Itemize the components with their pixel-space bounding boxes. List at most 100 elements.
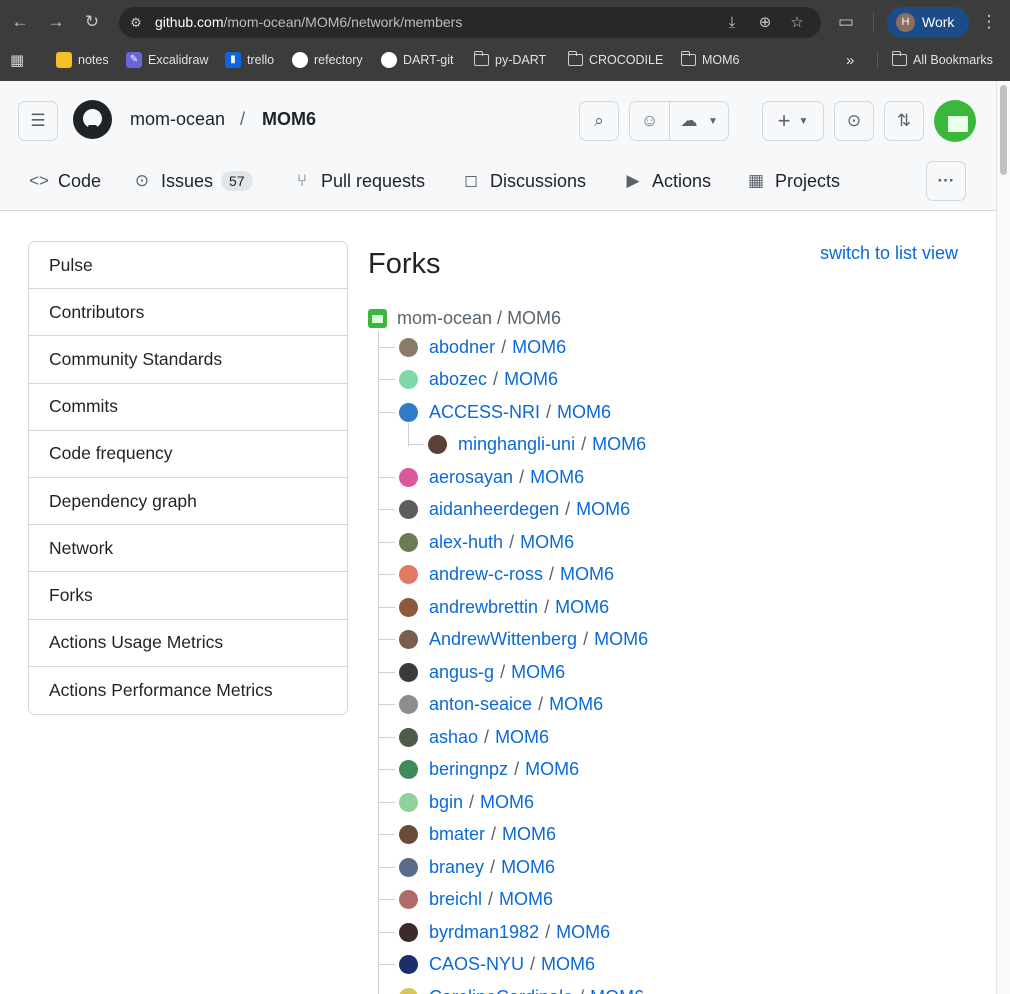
- fork-owner-avatar[interactable]: [399, 565, 418, 584]
- sidebar-item-network[interactable]: Network: [29, 525, 347, 573]
- search-icon[interactable]: ⌕: [579, 101, 619, 141]
- fork-owner-link[interactable]: anton-seaice: [429, 694, 532, 715]
- fork-repo-link[interactable]: MOM6: [495, 727, 549, 748]
- bookmark-refectory[interactable]: refectory: [292, 50, 363, 70]
- fork-owner-avatar[interactable]: [399, 500, 418, 519]
- tab-projects[interactable]: ▦ Projects: [745, 166, 840, 196]
- fork-owner-avatar[interactable]: [399, 532, 418, 552]
- sidebar-item-forks[interactable]: Forks: [29, 572, 347, 620]
- repo-name-link[interactable]: MOM6: [262, 109, 316, 130]
- fork-repo-link[interactable]: MOM6: [560, 564, 614, 585]
- fork-repo-link[interactable]: MOM6: [480, 792, 534, 813]
- sidebar-item-dependency-graph[interactable]: Dependency graph: [29, 478, 347, 526]
- pull-requests-inbox-icon[interactable]: ⇅: [884, 101, 924, 141]
- fork-owner-avatar[interactable]: [399, 727, 418, 747]
- fork-owner-avatar[interactable]: [399, 857, 418, 877]
- sidebar-item-contributors[interactable]: Contributors: [29, 289, 347, 337]
- hamburger-menu-icon[interactable]: ☰: [18, 101, 58, 141]
- all-bookmarks[interactable]: All Bookmarks: [891, 50, 993, 70]
- fork-repo-link[interactable]: MOM6: [525, 759, 579, 780]
- bookmark-excalidraw[interactable]: ✎ Excalidraw: [126, 50, 208, 70]
- fork-owner-avatar[interactable]: [399, 467, 418, 487]
- apps-grid-icon[interactable]: ▦: [10, 50, 24, 70]
- fork-owner-link[interactable]: bgin: [429, 792, 463, 813]
- fork-owner-avatar[interactable]: [399, 792, 418, 812]
- fork-owner-link[interactable]: minghangli-uni: [458, 434, 575, 455]
- fork-owner-link[interactable]: andrewbrettin: [429, 597, 538, 618]
- fork-owner-avatar[interactable]: [399, 662, 418, 682]
- repo-owner-link[interactable]: mom-ocean: [130, 109, 225, 130]
- tab-pull-requests[interactable]: ⑂ Pull requests: [291, 166, 425, 196]
- sidebar-item-code-frequency[interactable]: Code frequency: [29, 431, 347, 478]
- tab-issues[interactable]: ⊙ Issues 57: [131, 166, 253, 196]
- sidebar-item-commits[interactable]: Commits: [29, 384, 347, 431]
- install-app-icon[interactable]: ⤓: [722, 13, 742, 33]
- tab-discussions[interactable]: ◻ Discussions: [460, 166, 586, 196]
- sidebar-item-actions-usage-metrics[interactable]: Actions Usage Metrics: [29, 620, 347, 667]
- fork-owner-link[interactable]: bmater: [429, 824, 485, 845]
- fork-repo-link[interactable]: MOM6: [520, 532, 574, 553]
- sidebar-item-community-standards[interactable]: Community Standards: [29, 336, 347, 384]
- bookmark-trello[interactable]: ▮ trello: [225, 50, 274, 70]
- fork-owner-avatar[interactable]: [399, 695, 418, 714]
- fork-repo-link[interactable]: MOM6: [549, 694, 603, 715]
- fork-owner-link[interactable]: alex-huth: [429, 532, 503, 553]
- fork-repo-link[interactable]: MOM6: [530, 467, 584, 488]
- bookmark-mom6[interactable]: MOM6: [680, 50, 740, 70]
- copilot-button[interactable]: ☺ ☁ ▼: [629, 101, 729, 141]
- fork-owner-avatar[interactable]: [399, 987, 418, 994]
- create-new-button[interactable]: + ▼: [762, 101, 824, 141]
- site-settings-icon[interactable]: ⚙: [126, 13, 146, 33]
- fork-owner-avatar[interactable]: [399, 825, 418, 844]
- github-logo-icon[interactable]: [73, 100, 112, 139]
- fork-owner-link[interactable]: ACCESS-NRI: [429, 402, 540, 423]
- fork-owner-avatar[interactable]: [399, 955, 418, 974]
- fork-repo-link[interactable]: MOM6: [502, 824, 556, 845]
- bookmark-crocodile[interactable]: CROCODILE: [567, 50, 663, 70]
- fork-owner-link[interactable]: beringnpz: [429, 759, 508, 780]
- fork-owner-link[interactable]: CAOS-NYU: [429, 954, 524, 975]
- fork-owner-link[interactable]: CarolineCardinale: [429, 987, 573, 994]
- fork-owner-link[interactable]: aidanheerdegen: [429, 499, 559, 520]
- fork-owner-avatar[interactable]: [399, 922, 418, 942]
- back-arrow-icon[interactable]: ←: [7, 9, 33, 35]
- fork-repo-link[interactable]: MOM6: [511, 662, 565, 683]
- scroll-thumb[interactable]: [1000, 85, 1007, 175]
- fork-owner-avatar[interactable]: [399, 370, 418, 389]
- fork-repo-link[interactable]: MOM6: [592, 434, 646, 455]
- bookmarks-overflow-icon[interactable]: »: [846, 50, 854, 70]
- fork-repo-link[interactable]: MOM6: [590, 987, 644, 994]
- fork-owner-avatar[interactable]: [428, 435, 447, 454]
- fork-owner-avatar[interactable]: [399, 630, 418, 649]
- bookmark-py-dart[interactable]: py-DART: [473, 50, 546, 70]
- fork-owner-link[interactable]: AndrewWittenberg: [429, 629, 577, 650]
- bookmark-dart-git[interactable]: DART-git: [381, 50, 453, 70]
- fork-repo-link[interactable]: MOM6: [555, 597, 609, 618]
- fork-owner-avatar[interactable]: [399, 890, 418, 909]
- menu-kebab-icon[interactable]: ⋮: [976, 9, 1002, 35]
- fork-owner-link[interactable]: ashao: [429, 727, 478, 748]
- fork-owner-avatar[interactable]: [399, 337, 418, 357]
- fork-owner-avatar[interactable]: [399, 760, 418, 779]
- zoom-icon[interactable]: ⊕: [755, 13, 775, 33]
- more-tabs-icon[interactable]: ···: [926, 161, 966, 201]
- fork-owner-link[interactable]: andrew-c-ross: [429, 564, 543, 585]
- fork-owner-link[interactable]: byrdman1982: [429, 922, 539, 943]
- switch-to-list-view-link[interactable]: switch to list view: [820, 243, 958, 264]
- fork-repo-link[interactable]: MOM6: [499, 889, 553, 910]
- fork-owner-link[interactable]: abodner: [429, 337, 495, 358]
- fork-repo-link[interactable]: MOM6: [512, 337, 566, 358]
- fork-owner-link[interactable]: angus-g: [429, 662, 494, 683]
- fork-repo-link[interactable]: MOM6: [556, 922, 610, 943]
- tab-code[interactable]: <> Code: [28, 166, 101, 196]
- fork-owner-link[interactable]: braney: [429, 857, 484, 878]
- address-bar[interactable]: ⚙ github.com/mom-ocean/MOM6/network/memb…: [119, 7, 821, 38]
- sidebar-item-pulse[interactable]: Pulse: [29, 242, 347, 290]
- page-scrollbar[interactable]: [996, 81, 1010, 994]
- tab-actions[interactable]: ▶ Actions: [622, 166, 711, 196]
- fork-repo-link[interactable]: MOM6: [594, 629, 648, 650]
- fork-repo-link[interactable]: MOM6: [576, 499, 630, 520]
- url-text[interactable]: github.com/mom-ocean/MOM6/network/member…: [155, 14, 462, 30]
- fork-repo-link[interactable]: MOM6: [557, 402, 611, 423]
- fork-owner-link[interactable]: breichl: [429, 889, 482, 910]
